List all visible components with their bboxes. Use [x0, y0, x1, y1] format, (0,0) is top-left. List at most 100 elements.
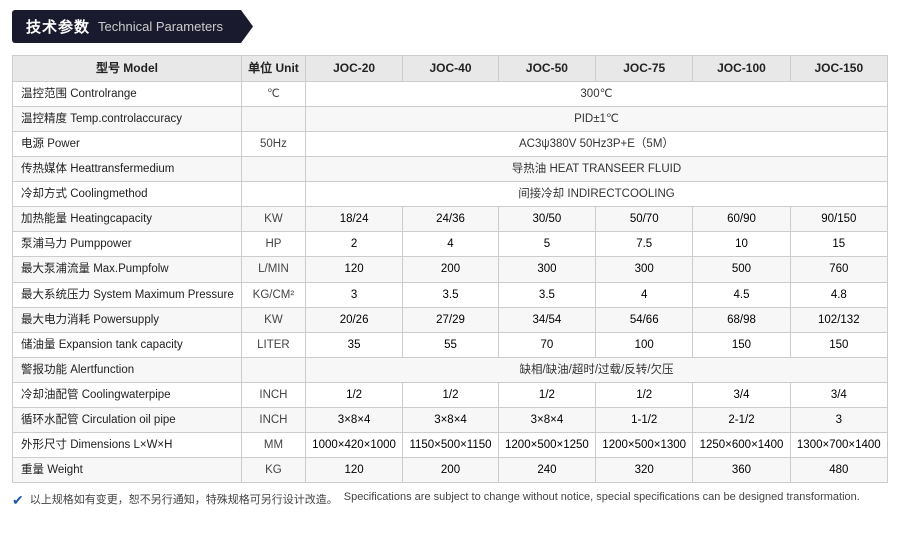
row-value-8-1: 3.5 — [403, 282, 499, 307]
row-value-7-3: 300 — [596, 257, 693, 282]
row-value-10-1: 55 — [403, 332, 499, 357]
header-en-title: Technical Parameters — [98, 19, 223, 34]
row-value-13-4: 2-1/2 — [693, 408, 790, 433]
row-label-13: 循环水配管 Circulation oil pipe — [13, 408, 242, 433]
row-label-8: 最大系统压力 System Maximum Pressure — [13, 282, 242, 307]
row-unit-12: INCH — [241, 382, 305, 407]
row-unit-5: KW — [241, 207, 305, 232]
table-row: 最大电力消耗 PowersupplyKW20/2627/2934/5454/66… — [13, 307, 888, 332]
row-value-7-1: 200 — [403, 257, 499, 282]
row-value-8-2: 3.5 — [498, 282, 595, 307]
row-value-15-3: 320 — [596, 458, 693, 483]
row-unit-13: INCH — [241, 408, 305, 433]
row-value-13-3: 1-1/2 — [596, 408, 693, 433]
table-row: 传热媒体 Heattransfermedium 导热油 HEAT TRANSEER… — [13, 157, 888, 182]
row-value-10-3: 100 — [596, 332, 693, 357]
row-value-8-5: 4.8 — [790, 282, 887, 307]
row-value-span-11: 缺相/缺油/超时/过载/反转/欠压 — [305, 357, 887, 382]
row-label-15: 重量 Weight — [13, 458, 242, 483]
table-row: 储油量 Expansion tank capacityLITER35557010… — [13, 332, 888, 357]
table-row: 加热能量 HeatingcapacityKW18/2424/3630/5050/… — [13, 207, 888, 232]
table-row: 最大系统压力 System Maximum PressureKG/CM²33.5… — [13, 282, 888, 307]
row-value-12-0: 1/2 — [305, 382, 402, 407]
footer-cn-text: 以上规格如有变更，恕不另行通知，特殊规格可另行设计改造。 — [30, 491, 338, 507]
row-label-6: 泵浦马力 Pumppower — [13, 232, 242, 257]
row-value-span-3: 导热油 HEAT TRANSEER FLUID — [305, 157, 887, 182]
table-row: 循环水配管 Circulation oil pipeINCH3×8×43×8×4… — [13, 408, 888, 433]
row-unit-0: ℃ — [241, 81, 305, 106]
table-row: 重量 WeightKG120200240320360480 — [13, 458, 888, 483]
row-value-9-4: 68/98 — [693, 307, 790, 332]
col-header-unit: 单位 Unit — [241, 56, 305, 82]
row-value-span-0: 300℃ — [305, 81, 887, 106]
row-unit-6: HP — [241, 232, 305, 257]
row-value-span-4: 间接冷却 INDIRECTCOOLING — [305, 182, 887, 207]
row-value-12-3: 1/2 — [596, 382, 693, 407]
row-value-13-1: 3×8×4 — [403, 408, 499, 433]
table-row: 冷却油配管 CoolingwaterpipeINCH1/21/21/21/23/… — [13, 382, 888, 407]
row-value-6-5: 15 — [790, 232, 887, 257]
row-value-6-4: 10 — [693, 232, 790, 257]
row-value-15-5: 480 — [790, 458, 887, 483]
row-unit-2: 50Hz — [241, 131, 305, 156]
col-header-joc20: JOC-20 — [305, 56, 402, 82]
row-label-14: 外形尺寸 Dimensions L×W×H — [13, 433, 242, 458]
row-value-7-4: 500 — [693, 257, 790, 282]
row-value-5-3: 50/70 — [596, 207, 693, 232]
col-header-joc50: JOC-50 — [498, 56, 595, 82]
row-label-1: 温控精度 Temp.controlaccuracy — [13, 106, 242, 131]
row-label-4: 冷却方式 Coolingmethod — [13, 182, 242, 207]
row-label-10: 储油量 Expansion tank capacity — [13, 332, 242, 357]
table-row: 冷却方式 Coolingmethod 间接冷却 INDIRECTCOOLING — [13, 182, 888, 207]
row-label-2: 电源 Power — [13, 131, 242, 156]
row-unit-14: MM — [241, 433, 305, 458]
row-value-15-0: 120 — [305, 458, 402, 483]
row-value-7-5: 760 — [790, 257, 887, 282]
row-label-9: 最大电力消耗 Powersupply — [13, 307, 242, 332]
row-value-15-1: 200 — [403, 458, 499, 483]
table-row: 温控精度 Temp.controlaccuracy PID±1℃ — [13, 106, 888, 131]
row-value-14-1: 1150×500×1150 — [403, 433, 499, 458]
technical-params-table: 型号 Model 单位 Unit JOC-20 JOC-40 JOC-50 JO… — [12, 55, 888, 483]
table-row: 电源 Power50HzAC3ψ380V 50Hz3P+E（5M） — [13, 131, 888, 156]
row-value-15-2: 240 — [498, 458, 595, 483]
row-label-11: 警报功能 Alertfunction — [13, 357, 242, 382]
row-value-5-4: 60/90 — [693, 207, 790, 232]
row-unit-9: KW — [241, 307, 305, 332]
row-unit-10: LITER — [241, 332, 305, 357]
col-header-joc40: JOC-40 — [403, 56, 499, 82]
footer-en-text: Specifications are subject to change wit… — [344, 491, 860, 503]
row-unit-15: KG — [241, 458, 305, 483]
page-wrapper: 技术参数 Technical Parameters 型号 Model 单位 Un… — [0, 0, 900, 560]
row-value-13-2: 3×8×4 — [498, 408, 595, 433]
col-header-model: 型号 Model — [13, 56, 242, 82]
row-value-15-4: 360 — [693, 458, 790, 483]
row-value-9-3: 54/66 — [596, 307, 693, 332]
row-value-9-5: 102/132 — [790, 307, 887, 332]
row-value-14-2: 1200×500×1250 — [498, 433, 595, 458]
row-value-10-2: 70 — [498, 332, 595, 357]
row-value-5-1: 24/36 — [403, 207, 499, 232]
row-value-13-0: 3×8×4 — [305, 408, 402, 433]
row-value-10-4: 150 — [693, 332, 790, 357]
check-icon: ✔ — [12, 492, 24, 509]
row-value-6-2: 5 — [498, 232, 595, 257]
row-value-13-5: 3 — [790, 408, 887, 433]
row-value-10-5: 150 — [790, 332, 887, 357]
row-value-14-3: 1200×500×1300 — [596, 433, 693, 458]
row-unit-11 — [241, 357, 305, 382]
row-value-14-0: 1000×420×1000 — [305, 433, 402, 458]
row-label-12: 冷却油配管 Coolingwaterpipe — [13, 382, 242, 407]
row-unit-4 — [241, 182, 305, 207]
row-value-9-1: 27/29 — [403, 307, 499, 332]
header-title-block: 技术参数 Technical Parameters — [12, 10, 253, 43]
row-value-8-0: 3 — [305, 282, 402, 307]
row-value-span-1: PID±1℃ — [305, 106, 887, 131]
row-value-9-2: 34/54 — [498, 307, 595, 332]
row-label-7: 最大泵浦流量 Max.Pumpfolw — [13, 257, 242, 282]
row-value-6-0: 2 — [305, 232, 402, 257]
footer-note: ✔ 以上规格如有变更，恕不另行通知，特殊规格可另行设计改造。 Specifica… — [12, 491, 888, 509]
row-value-5-2: 30/50 — [498, 207, 595, 232]
row-label-3: 传热媒体 Heattransfermedium — [13, 157, 242, 182]
table-header-row: 型号 Model 单位 Unit JOC-20 JOC-40 JOC-50 JO… — [13, 56, 888, 82]
